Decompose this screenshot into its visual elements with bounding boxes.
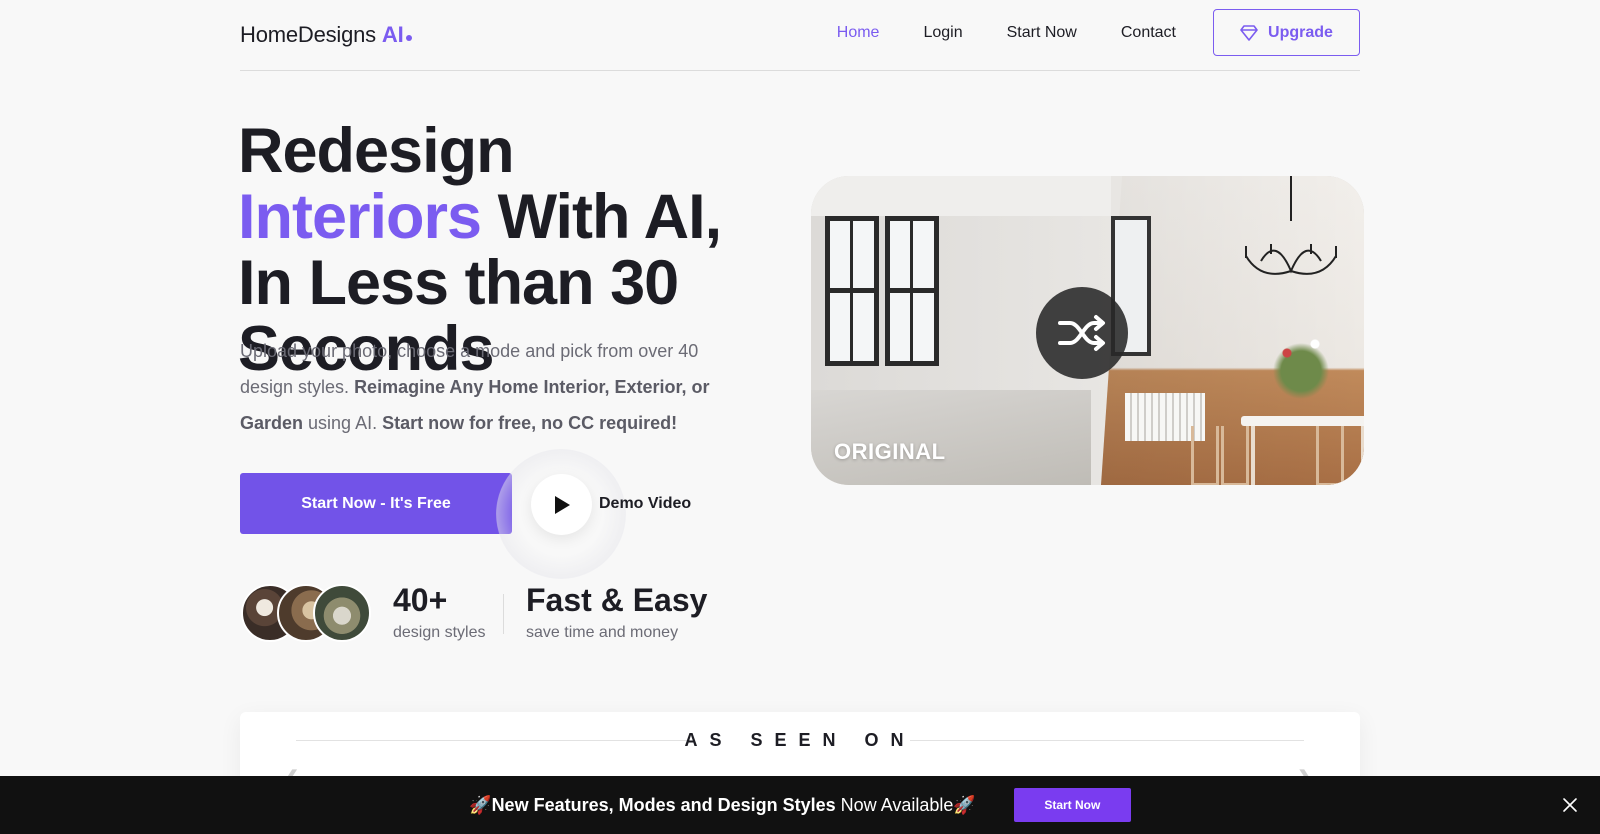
top-navigation: HomeDesigns AI Home Login Start Now Cont… <box>240 0 1360 71</box>
dining-table <box>1241 416 1364 426</box>
banner-text: 🚀New Features, Modes and Design Styles N… <box>469 795 976 816</box>
chair <box>1191 426 1219 485</box>
chair <box>1221 426 1249 485</box>
window <box>885 216 939 366</box>
stat-styles-value: 40+ <box>393 582 448 618</box>
nav-link-login[interactable]: Login <box>923 24 962 42</box>
rocket-icon: 🚀 <box>953 794 976 815</box>
stat-fast-label: save time and money <box>526 624 679 641</box>
upgrade-button[interactable]: Upgrade <box>1213 9 1360 56</box>
diamond-icon <box>1240 24 1258 41</box>
banner-plain-text: Now Available <box>835 794 954 815</box>
avatar <box>313 584 371 642</box>
banner-bold-text: New Features, Modes and Design Styles <box>491 794 836 815</box>
original-label: ORIGINAL <box>834 439 946 464</box>
nav-link-contact[interactable]: Contact <box>1121 24 1176 42</box>
stat-styles-label: design styles <box>393 624 486 641</box>
logo-text: HomeDesigns <box>240 22 376 47</box>
nav-links: Home Login Start Now Contact Upgrade <box>837 9 1360 56</box>
logo[interactable]: HomeDesigns AI <box>240 22 412 48</box>
hero-desc-bold2: Start now for free, no CC required! <box>382 413 678 433</box>
chair <box>1316 426 1344 485</box>
upgrade-label: Upgrade <box>1268 23 1333 41</box>
demo-video-play-button[interactable] <box>531 474 592 535</box>
demo-video-link[interactable]: Demo Video <box>599 495 691 513</box>
style-avatars <box>241 584 371 642</box>
as-seen-on-title: AS SEEN ON <box>684 730 916 750</box>
chandelier <box>1245 176 1337 275</box>
hero-title-accent: Interiors <box>238 182 482 252</box>
close-icon[interactable] <box>1560 795 1580 815</box>
flower-vase <box>1266 326 1336 416</box>
logo-accent: AI <box>381 22 404 47</box>
banner-start-now-button[interactable]: Start Now <box>1013 788 1131 822</box>
compare-slider-handle[interactable] <box>1036 287 1128 379</box>
stat-divider <box>503 594 504 634</box>
nav-link-start-now[interactable]: Start Now <box>1007 24 1077 42</box>
window <box>825 216 879 366</box>
logo-dot <box>405 35 412 41</box>
hero-desc-plain2: using AI. <box>303 413 383 433</box>
stat-fast-value: Fast & Easy <box>526 582 708 618</box>
hero-title-part1: Redesign <box>238 116 515 186</box>
rocket-icon: 🚀 <box>469 794 492 815</box>
start-now-free-button[interactable]: Start Now - It's Free <box>240 473 512 534</box>
before-after-image[interactable]: ORIGINAL <box>811 176 1364 485</box>
nav-link-home[interactable]: Home <box>837 24 880 42</box>
play-icon <box>554 495 570 514</box>
shuffle-icon <box>1058 315 1105 351</box>
announcement-banner: 🚀New Features, Modes and Design Styles N… <box>0 776 1600 834</box>
hero-description: Upload your photo, choose a mode and pic… <box>240 333 720 441</box>
